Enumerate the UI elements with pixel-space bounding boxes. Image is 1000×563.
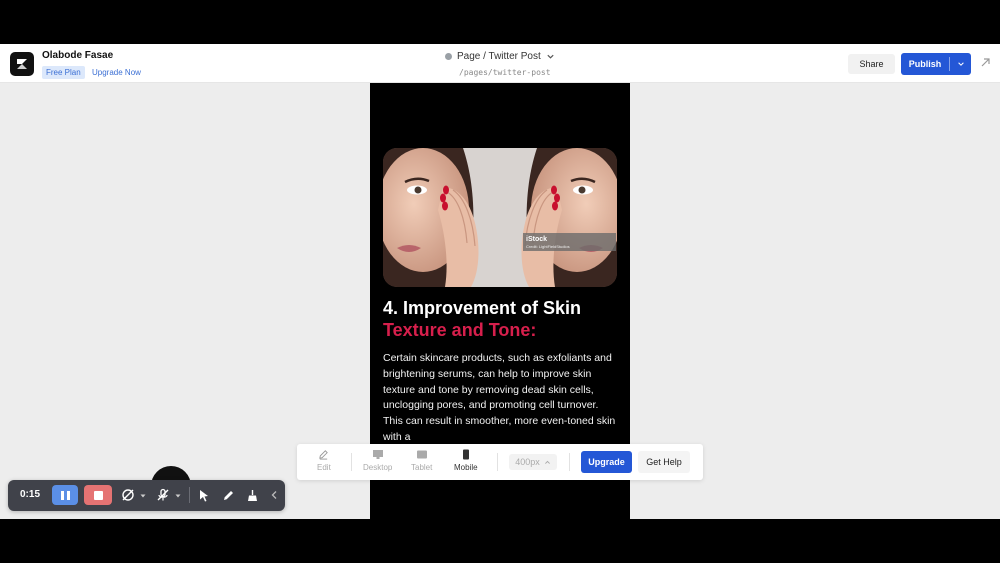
chevron-up-icon	[544, 460, 550, 464]
share-button[interactable]: Share	[848, 54, 895, 74]
draw-tool-button[interactable]	[220, 487, 236, 503]
chevron-down-icon	[957, 62, 964, 66]
desktop-icon	[372, 450, 383, 459]
upgrade-now-link[interactable]: Upgrade Now	[92, 68, 141, 77]
divider	[497, 453, 498, 471]
microphone-off-icon	[157, 488, 169, 501]
width-value: 400px	[515, 457, 540, 467]
app-header: Olabode Fasae Free Plan Upgrade Now Page…	[0, 44, 1000, 83]
publish-button[interactable]: Publish	[901, 53, 971, 75]
section-heading: 4. Improvement of Skin Texture and Tone:	[383, 297, 618, 341]
mobile-label: Mobile	[454, 463, 478, 472]
tablet-view-button[interactable]: Tablet	[411, 449, 432, 472]
app-logo[interactable]	[10, 52, 34, 76]
clear-drawing-button[interactable]	[244, 487, 260, 503]
pause-icon	[66, 490, 70, 500]
desktop-view-button[interactable]: Desktop	[363, 449, 392, 472]
divider	[189, 487, 190, 503]
heading-line-1: 4. Improvement of Skin	[383, 298, 582, 318]
stop-recording-button[interactable]	[84, 485, 112, 505]
page-path: /pages/twitter-post	[459, 68, 551, 77]
tablet-icon	[416, 450, 427, 459]
hero-watermark-credit: Credit: LightFieldStudios	[526, 244, 570, 249]
desktop-label: Desktop	[363, 463, 393, 472]
microphone-toggle-button[interactable]	[155, 487, 171, 503]
publish-label: Publish	[908, 59, 942, 69]
caret-down-icon[interactable]	[175, 493, 181, 499]
broom-icon	[247, 489, 257, 501]
edit-label: Edit	[317, 463, 331, 472]
heading-line-2: Texture and Tone:	[383, 320, 537, 340]
screen-frame: Olabode Fasae Free Plan Upgrade Now Page…	[0, 0, 1000, 563]
device-toolbar: Edit Desktop Tablet Mobile 400px Upgrade…	[297, 444, 703, 480]
collapse-chevron-icon[interactable]	[270, 490, 278, 500]
caret-down-icon[interactable]	[140, 493, 146, 499]
section-body-text: Certain skincare products, such as exfol…	[383, 352, 616, 443]
upgrade-button[interactable]: Upgrade	[581, 451, 632, 473]
expand-icon[interactable]	[978, 56, 992, 70]
tablet-label: Tablet	[411, 463, 433, 472]
camera-toggle-button[interactable]	[120, 487, 136, 503]
width-input[interactable]: 400px	[509, 454, 557, 470]
hero-watermark: iStock	[526, 236, 547, 243]
recording-timer: 0:15	[20, 489, 41, 500]
camera-off-icon	[122, 489, 134, 501]
user-name: Olabode Fasae	[42, 50, 114, 61]
recorder-toolbar: 0:15	[8, 480, 285, 511]
page-status-dot	[445, 53, 452, 60]
pencil-icon	[319, 450, 329, 460]
cursor-icon	[200, 489, 208, 501]
cursor-tool-button[interactable]	[196, 487, 212, 503]
plan-badge: Free Plan	[42, 66, 85, 79]
chevron-down-icon	[547, 54, 554, 59]
divider	[351, 453, 352, 471]
skincare-hero-image: iStock Credit: LightFieldStudios	[383, 148, 617, 287]
pause-recording-button[interactable]	[52, 485, 78, 505]
publish-options-caret[interactable]	[950, 60, 971, 68]
page-selector[interactable]: Page / Twitter Post	[445, 51, 555, 62]
pause-icon	[60, 490, 64, 500]
pencil-icon	[223, 490, 233, 500]
mobile-view-button[interactable]: Mobile	[454, 449, 478, 472]
page-title: Page / Twitter Post	[457, 51, 541, 62]
divider	[569, 453, 570, 471]
editor-canvas: iStock Credit: LightFieldStudios 4. Impr…	[0, 83, 1000, 519]
edit-mode-button[interactable]: Edit	[317, 449, 331, 472]
logo-icon	[17, 59, 27, 69]
stop-icon	[93, 490, 103, 500]
get-help-button[interactable]: Get Help	[638, 451, 690, 473]
mobile-icon	[462, 449, 469, 460]
